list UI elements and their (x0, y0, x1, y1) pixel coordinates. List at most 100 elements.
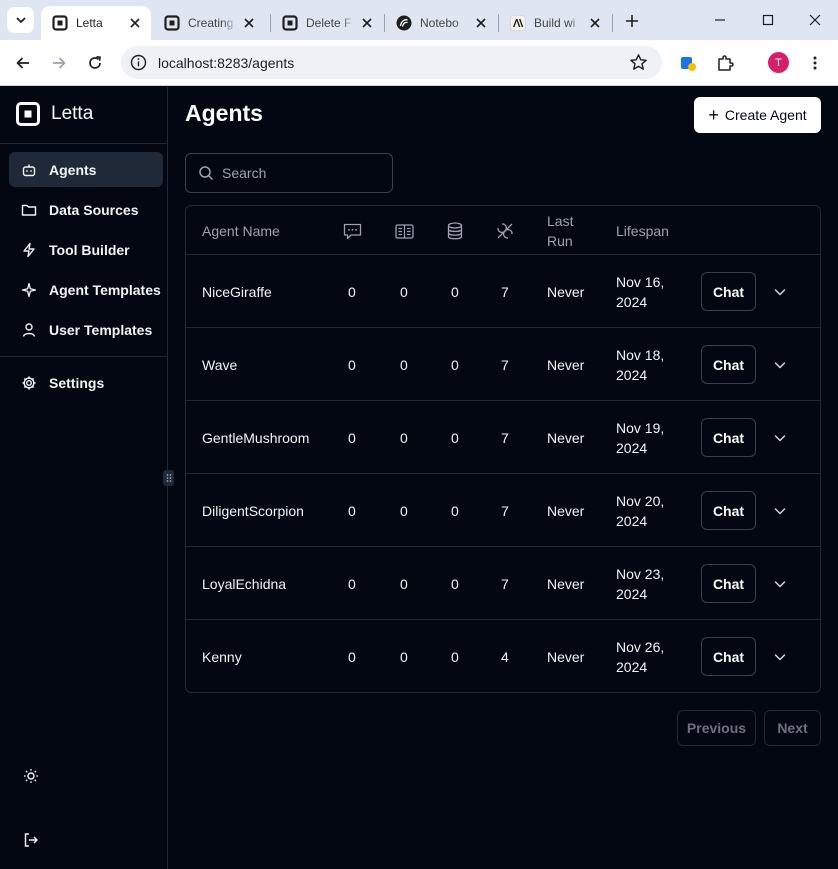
create-agent-label: Create Agent (724, 107, 807, 123)
search-input[interactable] (222, 165, 382, 181)
expand-row-button[interactable] (772, 284, 788, 300)
expand-row-button[interactable] (772, 503, 788, 519)
table-row[interactable]: NiceGiraffe 0 0 0 7 Never Nov 16, 2024 Chat (186, 255, 820, 328)
browser-tab-letta[interactable]: Letta (41, 6, 151, 40)
minimize-button[interactable] (708, 8, 732, 32)
expand-row-button[interactable] (772, 576, 788, 592)
puzzle-icon (718, 55, 734, 71)
chat-button[interactable]: Chat (701, 637, 756, 676)
expand-row-button[interactable] (772, 430, 788, 446)
close-icon[interactable] (241, 15, 257, 31)
sidebar-item-user-templates[interactable]: User Templates (9, 312, 163, 347)
browser-tab-creating[interactable]: Creating (153, 6, 265, 40)
table-row[interactable]: LoyalEchidna 0 0 0 7 Never Nov 23, 2024 Chat (186, 547, 820, 620)
lifespan-date-cell: Nov 23, (616, 566, 665, 582)
brand[interactable]: Letta (16, 102, 93, 126)
last-run-cell: Never (547, 503, 585, 519)
tab-separator (612, 14, 613, 32)
tab-search-button[interactable] (7, 7, 34, 33)
profile-avatar[interactable]: T (768, 52, 789, 73)
messages-count-cell: 0 (348, 576, 356, 592)
chevron-down-icon (774, 289, 786, 296)
extensions-menu-button[interactable] (711, 49, 739, 77)
gear-icon (21, 375, 37, 391)
reload-button[interactable] (81, 49, 109, 77)
letta-logo-icon (282, 15, 298, 31)
back-button[interactable] (9, 49, 37, 77)
database-icon (445, 221, 465, 241)
sidebar-item-agents[interactable]: Agents (9, 152, 163, 187)
column-header-last-run-1[interactable]: Last (547, 213, 573, 229)
bookmark-star-icon[interactable] (629, 53, 648, 72)
last-run-cell: Never (547, 576, 585, 592)
reload-icon (89, 55, 101, 69)
expand-row-button[interactable] (772, 357, 788, 373)
chat-button[interactable]: Chat (701, 418, 756, 457)
extension-badge-icon (681, 57, 696, 71)
sidebar-item-label: Settings (49, 374, 105, 391)
sidebar-item-agent-templates[interactable]: Agent Templates (9, 272, 163, 307)
main-content: Agents + Create Agent Agent Name Last Ru… (169, 87, 838, 869)
maximize-button[interactable] (756, 8, 780, 32)
lifespan-year-cell: 2024 (616, 513, 648, 529)
address-bar[interactable]: localhost:8283/agents (121, 46, 662, 79)
lifespan-year-cell: 2024 (616, 659, 648, 675)
logout-button[interactable] (22, 831, 40, 849)
expand-row-button[interactable] (772, 649, 788, 665)
theme-toggle-button[interactable] (22, 767, 40, 785)
browser-tab-notebook[interactable]: Notebo (385, 6, 497, 40)
table-row[interactable]: GentleMushroom 0 0 0 7 Never Nov 19, 2024 Chat (186, 401, 820, 474)
chevron-down-icon (774, 581, 786, 588)
memory-count-cell: 0 (400, 649, 408, 665)
tools-count-cell: 7 (501, 576, 509, 592)
last-run-cell: Never (547, 284, 585, 300)
site-info-icon[interactable] (130, 54, 147, 71)
sidebar-divider (0, 356, 168, 357)
sun-icon (24, 769, 38, 783)
close-icon (809, 14, 821, 26)
chat-button[interactable]: Chat (701, 345, 756, 384)
search-field[interactable] (185, 153, 393, 193)
table-row[interactable]: DiligentScorpion 0 0 0 7 Never Nov 20, 2024 Chat (186, 474, 820, 547)
chevron-down-icon (16, 17, 25, 23)
extension-button[interactable] (674, 49, 702, 77)
window-close-button[interactable] (803, 8, 827, 32)
create-agent-button[interactable]: + Create Agent (694, 97, 821, 133)
close-icon[interactable] (359, 15, 375, 31)
column-header-last-run-2[interactable]: Run (547, 233, 573, 249)
search-icon (199, 166, 214, 181)
table-row[interactable]: Wave 0 0 0 7 Never Nov 18, 2024 Chat (186, 328, 820, 401)
sidebar-item-settings[interactable]: Settings (9, 365, 163, 400)
sidebar-item-data-sources[interactable]: Data Sources (9, 192, 163, 227)
close-icon[interactable] (473, 15, 489, 31)
chat-button[interactable]: Chat (701, 491, 756, 530)
brand-name: Letta (51, 103, 94, 124)
close-icon[interactable] (127, 15, 143, 31)
browser-tab-delete[interactable]: Delete F (271, 6, 383, 40)
bot-icon (21, 162, 37, 178)
chat-button[interactable]: Chat (701, 564, 756, 603)
url-text[interactable]: localhost:8283/agents (158, 55, 294, 71)
close-icon[interactable] (587, 15, 603, 31)
table-row[interactable]: Kenny 0 0 0 4 Never Nov 26, 2024 Chat (186, 620, 820, 692)
tools-count-cell: 4 (501, 649, 509, 665)
browser-menu-button[interactable] (801, 49, 829, 77)
column-header-lifespan[interactable]: Lifespan (616, 223, 669, 239)
sidebar-item-tool-builder[interactable]: Tool Builder (9, 232, 163, 267)
browser-tab-build[interactable]: Build wi (499, 6, 611, 40)
forward-button[interactable] (45, 49, 73, 77)
next-page-button[interactable]: Next (764, 710, 821, 746)
sidebar-divider (0, 143, 168, 144)
agent-name-cell: DiligentScorpion (202, 503, 304, 519)
sources-count-cell: 0 (451, 430, 459, 446)
letta-logo-icon (164, 15, 180, 31)
new-tab-button[interactable] (620, 9, 644, 33)
previous-page-button[interactable]: Previous (677, 710, 756, 746)
column-header-agent-name[interactable]: Agent Name (202, 223, 280, 239)
anthropic-icon (510, 15, 526, 31)
tools-count-cell: 7 (501, 503, 509, 519)
tab-title: Build wi (534, 16, 576, 30)
memory-count-cell: 0 (400, 503, 408, 519)
chat-button[interactable]: Chat (701, 272, 756, 311)
letta-app: Letta Agents Data Sources Tool Builder A… (0, 87, 838, 869)
